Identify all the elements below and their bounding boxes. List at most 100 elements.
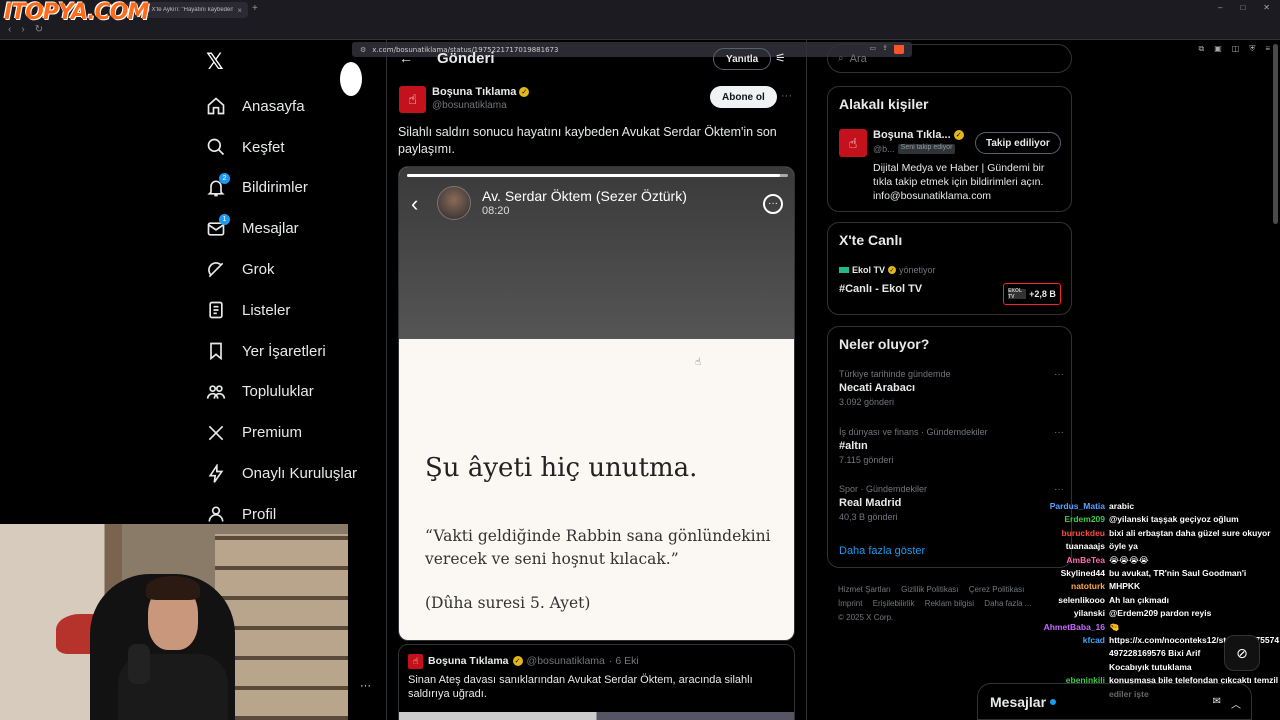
sidebar-item-lists[interactable]: Listeler: [204, 290, 357, 331]
user-icon: [204, 502, 228, 526]
verified-badge-icon: ✓: [512, 656, 523, 666]
chat-username: AmBeTea: [1066, 554, 1105, 565]
maximize-icon[interactable]: □: [1240, 3, 1245, 12]
trend-item[interactable]: Spor · Gündemdekiler Real Madrid 40,3 B …: [839, 484, 1064, 522]
bookmark-icon: [204, 339, 228, 363]
live-host: Ekol TV: [852, 265, 886, 275]
live-stream-title[interactable]: #Canlı - Ekol TV: [839, 283, 922, 295]
ellipsis-circle-icon: ···: [763, 194, 783, 214]
trend-count: 7.115 gönderi: [839, 455, 894, 465]
page-scrollbar[interactable]: [1273, 44, 1278, 224]
trend-item[interactable]: Türkiye tarihinde gündemde Necati Arabac…: [839, 369, 1064, 407]
wallet-icon[interactable]: ▣: [1214, 44, 1222, 54]
chat-text: Ah lan çıkmadı: [1109, 594, 1169, 605]
follows-you-badge: Seni takip ediyor: [897, 144, 956, 154]
mail-icon: 1: [204, 213, 230, 241]
search-icon: [204, 135, 228, 159]
show-more-link[interactable]: Daha fazla göster: [839, 545, 925, 557]
close-tab-icon[interactable]: ×: [237, 6, 242, 15]
chat-username: Skylined44: [1060, 568, 1105, 579]
related-avatar[interactable]: ☝: [839, 129, 867, 157]
more-options-icon[interactable]: ···: [360, 680, 371, 692]
story-progress-fill: [407, 174, 781, 177]
bell-icon: 2: [204, 172, 230, 200]
tab-title: (3) X'te Aykırı: "Hayatını kaybeden Av..…: [142, 7, 234, 13]
footer-link[interactable]: Çerez Politikası: [969, 585, 1025, 594]
quote-text: Sinan Ateş davası sanıklarından Avukat S…: [408, 674, 753, 700]
site-info-icon[interactable]: ⚙: [360, 46, 366, 54]
author-name: Boşuna Tıklama: [432, 86, 517, 98]
chat-username: selenlikooo: [1058, 594, 1105, 605]
post-media[interactable]: ‹ Av. Serdar Öktem (Sezer Öztürk) 08:20 …: [398, 166, 795, 641]
reply-settings-icon[interactable]: ⚟: [775, 51, 786, 65]
quoted-post[interactable]: ☝ Boşuna Tıklama ✓ @bosunatiklama · 6 Ek…: [398, 644, 795, 720]
more-options-icon[interactable]: ···: [1054, 484, 1064, 495]
sidebar-item-notifications[interactable]: 2 Bildirimler: [204, 168, 357, 209]
author-handle[interactable]: @bosunatiklama: [432, 100, 507, 111]
live-viewers-badge[interactable]: EKOL TV +2,8 B: [1003, 283, 1061, 305]
sidebar-item-communities[interactable]: Topluluklar: [204, 372, 357, 413]
webcam-microphone: [128, 644, 150, 684]
live-host-row: Ekol TV ✓ yönetiyor: [839, 265, 936, 275]
webcam-person-hair: [146, 576, 200, 600]
more-options-icon[interactable]: ···: [1054, 427, 1064, 438]
story-time: 08:20: [482, 205, 510, 217]
quote-media: [399, 712, 794, 720]
more-options-icon[interactable]: ···: [781, 90, 792, 102]
vpn-icon[interactable]: ⛨: [1249, 44, 1255, 54]
live-viewers-count: +2,8 B: [1029, 289, 1056, 299]
grok-floating-icon[interactable]: ⊘: [1224, 635, 1260, 671]
sidebar-item-label: Premium: [242, 424, 303, 442]
menu-icon[interactable]: ≡: [1265, 44, 1270, 54]
author-avatar[interactable]: ☝: [399, 86, 426, 113]
compose-message-icon[interactable]: ✉: [1213, 696, 1221, 711]
related-name-row[interactable]: Boşuna Tıkla... ✓: [873, 129, 964, 141]
trend-item[interactable]: İş dünyası ve finans · Gündemdekiler #al…: [839, 427, 1064, 465]
footer-link[interactable]: Erişilebilirlik: [873, 599, 915, 608]
list-icon: [204, 298, 228, 322]
trend-name: #altın: [839, 440, 868, 452]
sidebar-item-explore[interactable]: Keşfet: [204, 127, 357, 168]
story-progress-bar: [407, 174, 788, 177]
close-window-icon[interactable]: ✕: [1263, 3, 1270, 12]
sidebar-item-messages[interactable]: 1 Mesajlar: [204, 208, 357, 249]
reply-button[interactable]: Yanıtla: [713, 48, 772, 70]
related-name: Boşuna Tıkla...: [873, 129, 951, 141]
sidebar-toggle-icon[interactable]: ◫: [1232, 44, 1240, 54]
sidebar-item-home[interactable]: Anasayfa: [204, 86, 357, 127]
new-tab-icon[interactable]: +: [252, 3, 258, 14]
live-panel: X'te Canlı Ekol TV ✓ yönetiyor #Canlı - …: [827, 222, 1072, 315]
minimize-icon[interactable]: –: [1218, 3, 1222, 12]
sidebar-item-bookmarks[interactable]: Yer İşaretleri: [204, 331, 357, 372]
messages-drawer[interactable]: Mesajlar ✉ ︿: [977, 683, 1252, 720]
footer-link[interactable]: Hizmet Şartları: [838, 585, 891, 594]
verified-badge-icon: ✓: [519, 87, 530, 97]
grok-icon: [204, 258, 228, 282]
following-button[interactable]: Takip ediliyor: [975, 132, 1061, 154]
subscribe-button[interactable]: Abone ol: [710, 86, 777, 108]
extensions-area: ⧉ ▣ ◫ ⛨ ≡: [1198, 44, 1270, 54]
sidebar-item-grok[interactable]: Grok: [204, 249, 357, 290]
live-thumbnail: EKOL TV: [1008, 288, 1027, 300]
trend-count: 40,3 B gönderi: [839, 512, 898, 522]
post-text: Silahlı saldırı sonucu hayatını kaybeden…: [398, 125, 777, 156]
account-switcher-button[interactable]: [340, 62, 362, 96]
search-input[interactable]: ⌕ Ara: [827, 44, 1072, 73]
more-options-icon[interactable]: ···: [1054, 369, 1064, 380]
footer-link[interactable]: Reklam bilgisi: [925, 599, 974, 608]
chat-message: Skylined44 bu avukat, TR'nin Saul Goodman…: [1035, 567, 1280, 580]
communities-icon: [204, 380, 228, 404]
sidebar-item-premium[interactable]: Premium: [204, 412, 357, 453]
back-arrow-icon[interactable]: ←: [399, 50, 413, 66]
author-name-row[interactable]: Boşuna Tıklama ✓: [432, 86, 530, 98]
x-logo-icon[interactable]: 𝕏: [206, 50, 224, 75]
chat-username: Pardus_Matia: [1049, 501, 1105, 511]
footer-link[interactable]: Daha fazla ...: [984, 599, 1031, 608]
chevron-up-icon[interactable]: ︿: [1231, 696, 1241, 711]
footer-link[interactable]: Gizlilik Politikası: [901, 585, 958, 594]
footer-link[interactable]: İmprint: [838, 599, 862, 608]
sidebar-item-verified-orgs[interactable]: Onaylı Kuruluşlar: [204, 453, 357, 494]
chat-text: bu avukat, TR'nin Saul Goodman'i: [1109, 568, 1247, 579]
extension-icon[interactable]: ⧉: [1198, 44, 1204, 54]
watermark-logo: ITOPYA.COM: [4, 0, 149, 25]
